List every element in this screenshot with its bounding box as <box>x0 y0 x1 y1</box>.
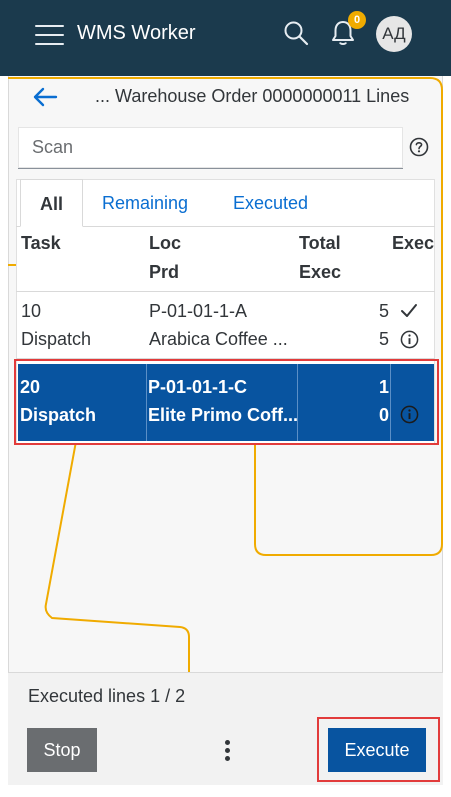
more-options-icon[interactable] <box>220 738 236 764</box>
column-header-total: Total <box>299 233 341 253</box>
row-product: Arabica Coffee ... <box>149 329 288 349</box>
row-location: P-01-01-1-C <box>148 377 248 397</box>
scan-input[interactable] <box>18 127 403 168</box>
column-header-prd: Prd <box>149 262 180 282</box>
stop-button[interactable]: Stop <box>27 728 97 772</box>
notification-badge: 0 <box>348 11 366 29</box>
tab-executed[interactable]: Executed <box>233 179 308 227</box>
tab-all[interactable]: All <box>20 179 83 227</box>
row-total: 5 <box>379 301 390 321</box>
row-total: 1 <box>379 377 390 397</box>
shell-bar: WMS Worker 0 АД <box>0 0 451 76</box>
executed-lines-count: Executed lines 1 / 2 <box>28 686 186 706</box>
column-header-loc: Loc <box>149 233 182 253</box>
help-icon[interactable] <box>409 137 429 157</box>
tab-bar: All Remaining Executed <box>16 179 435 227</box>
row-product: Elite Primo Coff... <box>148 405 298 425</box>
row-divider <box>16 358 435 359</box>
column-header-task: Task <box>21 233 61 253</box>
row-task-type: Dispatch <box>20 405 97 425</box>
column-header-exec: Exec <box>392 233 435 253</box>
menu-icon[interactable] <box>35 23 64 45</box>
info-icon[interactable] <box>400 405 419 424</box>
info-icon[interactable] <box>400 330 419 349</box>
row-task-type: Dispatch <box>21 329 92 349</box>
execute-button[interactable]: Execute <box>328 728 426 772</box>
row-exec: 0 <box>379 405 390 425</box>
row-task: 20 <box>20 377 41 397</box>
checkmark-icon <box>401 304 417 317</box>
avatar[interactable]: АД <box>376 16 412 52</box>
app-title: WMS Worker <box>77 22 196 44</box>
row-task: 10 <box>21 301 42 321</box>
page-title: ... Warehouse Order 0000000011 Lines <box>95 86 410 106</box>
row-location: P-01-01-1-A <box>149 301 248 321</box>
tab-remaining[interactable]: Remaining <box>102 179 188 227</box>
column-header-total-exec: Exec <box>299 262 342 282</box>
row-exec: 5 <box>379 329 390 349</box>
scan-field[interactable] <box>18 127 403 169</box>
back-arrow-icon[interactable] <box>32 86 58 108</box>
selected-row-cells: 20 Dispatch P-01-01-1-C Elite Primo Coff… <box>18 364 434 441</box>
search-icon[interactable] <box>283 20 309 46</box>
